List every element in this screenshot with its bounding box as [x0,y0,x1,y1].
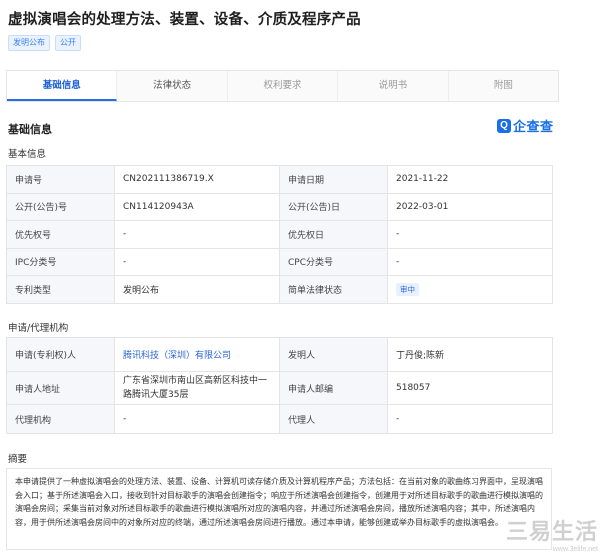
tag-group: 发明公布 公开 [8,35,81,51]
label-application-number: 申请号 [6,165,115,194]
table-row: 优先权号 - 优先权日 - [6,220,553,249]
value-application-date: 2021-11-22 [387,165,553,194]
label-postal-code: 申请人邮编 [279,371,388,405]
table-row: 公开(公告)号 CN114120943A 公开(公告)日 2022-03-01 [6,192,553,221]
value-agency: - [114,404,280,434]
tab-drawings[interactable]: 附图 [449,71,558,101]
label-ipc: IPC分类号 [6,247,115,276]
value-applicant-cell: 腾讯科技（深圳）有限公司 [114,337,280,372]
label-agent: 代理人 [279,404,388,434]
value-postal-code: 518057 [387,371,553,405]
value-publication-number: CN114120943A [114,192,280,221]
basic-info-table: 申请号 CN202111386719.X 申请日期 2021-11-22 公开(… [6,165,553,304]
subheading-abstract: 摘要 [8,454,28,465]
page-title: 虚拟演唱会的处理方法、装置、设备、介质及程序产品 [8,12,361,28]
applicant-table: 申请(专利权)人 腾讯科技（深圳）有限公司 发明人 丁丹俊;陈新 申请人地址 广… [6,337,553,434]
brand-name: 企查查 [513,120,554,135]
status-tag: 公开 [55,35,81,51]
value-publication-date: 2022-03-01 [387,192,553,221]
patent-type-tag: 发明公布 [8,35,50,51]
label-application-date: 申请日期 [279,165,388,194]
table-row: IPC分类号 - CPC分类号 - [6,247,553,276]
value-agent: - [387,404,553,434]
label-applicant-address: 申请人地址 [6,371,115,405]
value-ipc: - [114,247,280,276]
tab-claims[interactable]: 权利要求 [228,71,339,101]
brand-logo[interactable]: Q 企查查 [497,116,554,135]
subheading-basic: 基本信息 [8,149,47,160]
value-inventor: 丁丹俊;陈新 [387,337,553,372]
value-applicant-address: 广东省深圳市南山区高新区科技中一路腾讯大厦35层 [114,371,280,405]
table-row: 专利类型 发明公布 简单法律状态 审中 [6,275,553,304]
label-priority-date: 优先权日 [279,220,388,249]
value-priority-date: - [387,220,553,249]
label-priority-number: 优先权号 [6,220,115,249]
label-inventor: 发明人 [279,337,388,372]
tab-legal-status[interactable]: 法律状态 [117,71,228,101]
value-cpc: - [387,247,553,276]
value-priority-number: - [114,220,280,249]
label-publication-number: 公开(公告)号 [6,192,115,221]
label-cpc: CPC分类号 [279,247,388,276]
value-legal-status-cell: 审中 [387,275,553,304]
table-row: 申请人地址 广东省深圳市南山区高新区科技中一路腾讯大厦35层 申请人邮编 518… [6,371,553,405]
value-patent-type: 发明公布 [114,275,280,304]
table-row: 申请(专利权)人 腾讯科技（深圳）有限公司 发明人 丁丹俊;陈新 [6,337,553,372]
tab-bar: 基础信息 法律状态 权利要求 说明书 附图 [6,70,559,102]
label-legal-status: 简单法律状态 [279,275,388,304]
label-agency: 代理机构 [6,404,115,434]
abstract-text: 本申请提供了一种虚拟演唱会的处理方法、装置、设备、计算机可读存储介质及计算机程序… [6,468,552,550]
value-application-number: CN202111386719.X [114,165,280,194]
watermark: 三易生活 www.3elife.net [506,520,598,554]
label-applicant: 申请(专利权)人 [6,337,115,372]
watermark-url: www.3elife.net [552,546,598,553]
legal-status-badge: 审中 [396,282,419,296]
table-row: 代理机构 - 代理人 - [6,404,553,434]
section-heading-basic: 基础信息 [8,123,52,136]
label-patent-type: 专利类型 [6,275,115,304]
applicant-link[interactable]: 腾讯科技（深圳）有限公司 [123,351,231,361]
table-row: 申请号 CN202111386719.X 申请日期 2021-11-22 [6,165,553,194]
tab-basic-info[interactable]: 基础信息 [7,71,118,101]
subheading-applicant: 申请/代理机构 [8,323,69,334]
label-publication-date: 公开(公告)日 [279,192,388,221]
qichacha-icon: Q [497,118,511,133]
watermark-logo: 三易生活 [506,520,599,545]
tab-description[interactable]: 说明书 [338,71,449,101]
